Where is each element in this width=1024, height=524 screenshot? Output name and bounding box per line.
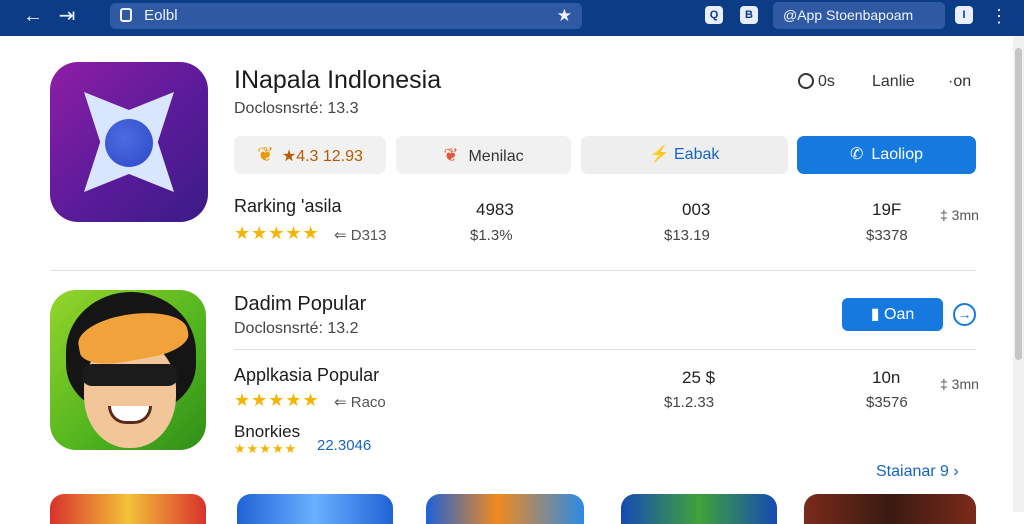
- address-bar[interactable]: Eolbl ★: [110, 3, 582, 29]
- app-title: Dadim Popular: [234, 293, 367, 315]
- star-rating-small: ★★★★★: [234, 441, 298, 456]
- stat-price: $1.3%: [470, 227, 513, 244]
- stat-price: $1.2.33: [664, 394, 715, 411]
- review-count: ⇐ Raco: [334, 394, 386, 411]
- extension-icon[interactable]: B: [740, 6, 758, 24]
- app-thumbnail[interactable]: [426, 494, 584, 524]
- stat-value: 4983: [476, 200, 514, 219]
- mentor-button[interactable]: ❦ Menilac: [396, 136, 571, 174]
- category-label: Applkasia Popular: [234, 365, 380, 385]
- stat-value: 003: [682, 200, 711, 219]
- section-divider: [50, 270, 976, 271]
- duration-label: ‡ 3mn: [940, 207, 979, 223]
- install-label: Laoliop: [871, 146, 923, 163]
- lock-icon: [120, 8, 132, 22]
- app-developer: Doclosnsrté: 13.2: [234, 320, 359, 337]
- subsection-divider: [234, 349, 976, 350]
- reader-icon[interactable]: I: [955, 6, 973, 24]
- app-thumbnail[interactable]: [237, 494, 393, 524]
- menu-kebab-icon[interactable]: ⋮: [990, 7, 1008, 25]
- shield-icon[interactable]: Q: [705, 6, 723, 24]
- open-button[interactable]: ▮ Oan: [842, 298, 943, 331]
- review-count: ⇐ D313: [334, 227, 387, 244]
- stat-value: 25 $: [682, 368, 716, 387]
- stat-value: 19F: [872, 200, 902, 219]
- mentor-label: Menilac: [468, 148, 524, 165]
- browser-toolbar: ← ⇥ Eolbl ★ Q B @App Stoenbapoam I ⋮: [0, 0, 1024, 36]
- more-action[interactable]: ·on: [948, 73, 971, 91]
- app-title: INapala Indlonesia: [234, 66, 442, 94]
- ribbon-icon: ❦: [443, 145, 459, 165]
- language-action[interactable]: Lanlie: [872, 73, 915, 91]
- avatar-sunglasses: [82, 364, 178, 386]
- arrow-right-icon[interactable]: →: [953, 303, 976, 326]
- app-thumbnail[interactable]: [804, 494, 976, 524]
- scrollbar[interactable]: [1013, 36, 1024, 512]
- stat-value: 10n: [872, 368, 901, 387]
- stat-price: $3576: [866, 394, 908, 411]
- bookmark-star-icon[interactable]: ★: [557, 3, 572, 29]
- app-developer: Doclosnsrté: 13.3: [234, 100, 359, 117]
- app-icon-secondary[interactable]: [50, 290, 206, 450]
- app-logo-orb: [105, 119, 153, 167]
- award-icon: ❦: [257, 144, 274, 166]
- rating-label: ★4.3 12.93: [281, 148, 363, 165]
- bookmarks-value: 22.3046: [317, 437, 372, 454]
- share-icon: [798, 73, 814, 89]
- share-action[interactable]: 0s: [798, 73, 835, 91]
- share-label: 0s: [818, 73, 835, 90]
- forward-icon[interactable]: ⇥: [54, 5, 80, 27]
- see-all-link[interactable]: Staianar 9 ›: [876, 463, 959, 481]
- stat-price: $3378: [866, 227, 908, 244]
- scrollbar-thumb[interactable]: [1015, 48, 1022, 360]
- install-button[interactable]: ✆ Laoliop: [797, 136, 976, 174]
- app-thumbnail[interactable]: [621, 494, 777, 524]
- favorite-button[interactable]: ⚡ Eabak: [581, 136, 788, 174]
- app-icon-primary[interactable]: [50, 62, 208, 222]
- app-thumbnail[interactable]: [50, 494, 206, 524]
- ranking-label: Rarking 'asila: [234, 196, 342, 216]
- stat-price: $13.19: [664, 227, 710, 244]
- address-text: Eolbl: [144, 7, 178, 24]
- star-rating: ★★★★★: [234, 390, 320, 410]
- back-icon[interactable]: ←: [20, 5, 46, 27]
- rating-button[interactable]: ❦ ★4.3 12.93: [234, 136, 386, 174]
- app-store-search-field[interactable]: @App Stoenbapoam: [773, 2, 945, 29]
- phone-icon: ✆: [849, 146, 864, 163]
- star-rating: ★★★★★: [234, 223, 320, 243]
- duration-label: ‡ 3mn: [940, 376, 979, 392]
- bookmarks-label: Bnorkies: [234, 422, 301, 441]
